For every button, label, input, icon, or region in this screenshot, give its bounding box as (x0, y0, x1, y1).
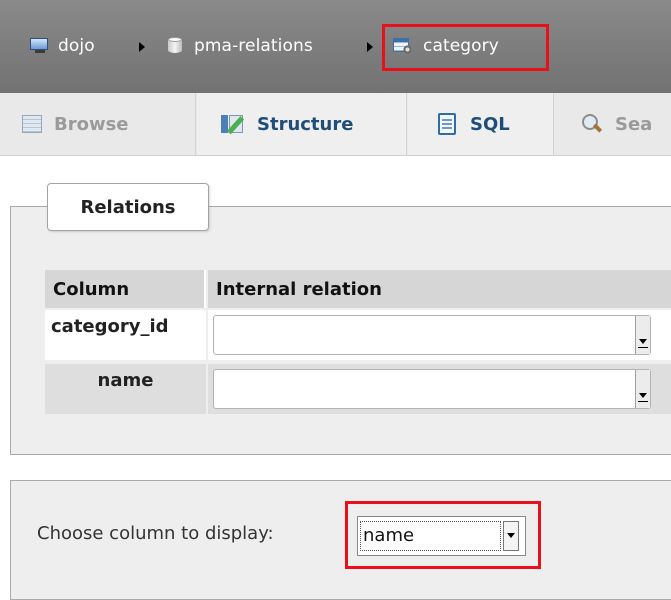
tab-browse-label: Browse (54, 113, 129, 135)
relations-legend: Relations (47, 183, 209, 231)
tab-search[interactable]: Sea (555, 93, 671, 155)
breadcrumb-database-label: pma-relations (194, 36, 313, 56)
tab-bar: Browse Structure SQL Sea (0, 93, 671, 156)
tab-sql-label: SQL (470, 113, 510, 135)
highlight-box-table (382, 24, 549, 71)
breadcrumb: dojo pma-relations category (0, 0, 671, 94)
table-row (208, 310, 671, 360)
sql-icon (436, 112, 458, 136)
column-header: Column (45, 270, 206, 308)
breadcrumb-database[interactable]: pma-relations (168, 34, 313, 58)
breadcrumb-server-label: dojo (58, 36, 95, 56)
structure-icon (221, 113, 245, 135)
row-label-name: name (45, 364, 206, 414)
database-icon (168, 37, 182, 55)
tab-browse[interactable]: Browse (0, 93, 196, 155)
row-label-category-id: category_id (45, 310, 206, 360)
server-icon (30, 38, 50, 54)
highlight-box-display-select (345, 501, 541, 569)
breadcrumb-server[interactable]: dojo (30, 34, 95, 58)
tab-structure[interactable]: Structure (197, 93, 407, 155)
chevron-down-icon[interactable] (635, 370, 650, 408)
choose-column-label: Choose column to display: (37, 523, 274, 544)
breadcrumb-separator-icon (367, 42, 373, 52)
tab-sql[interactable]: SQL (408, 93, 554, 155)
browse-icon (22, 115, 42, 133)
internal-relation-header: Internal relation (208, 270, 671, 308)
breadcrumb-separator-icon (139, 42, 145, 52)
tab-structure-label: Structure (257, 113, 354, 135)
tab-search-label: Sea (615, 113, 653, 135)
search-icon (581, 113, 603, 135)
internal-relation-select-category-id[interactable] (213, 315, 651, 355)
internal-relation-select-name[interactable] (213, 369, 651, 409)
chevron-down-icon[interactable] (635, 316, 650, 354)
table-row (208, 364, 671, 414)
